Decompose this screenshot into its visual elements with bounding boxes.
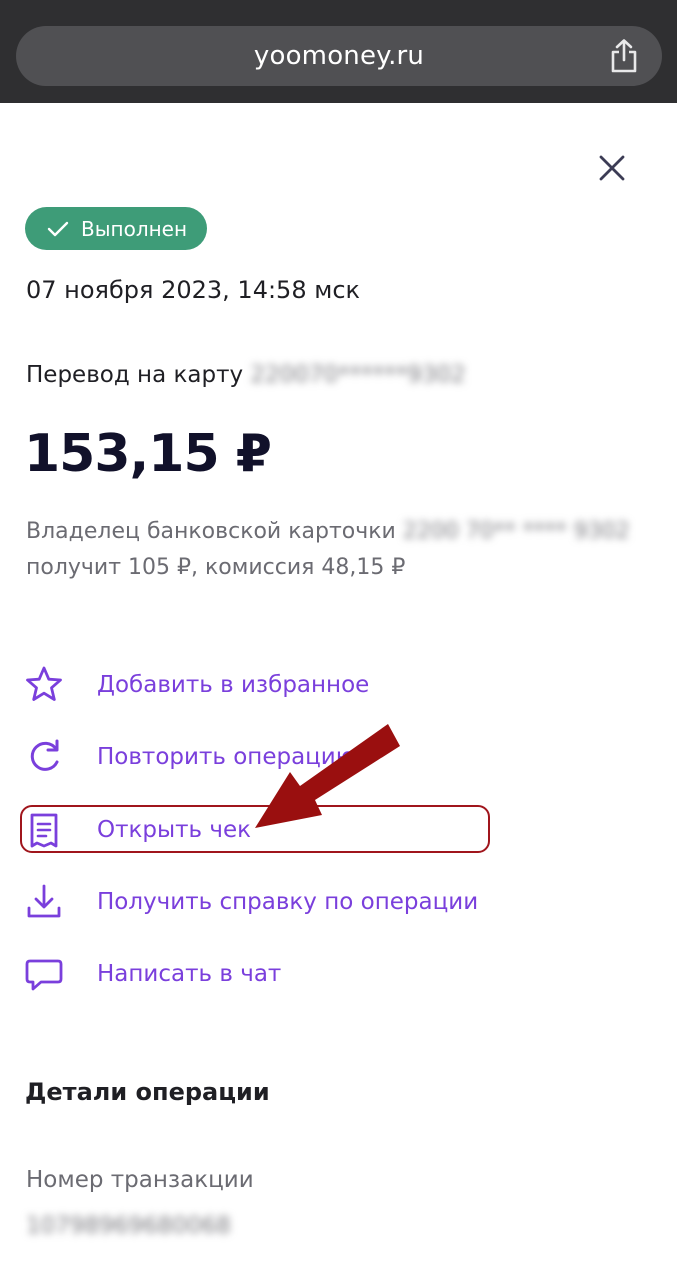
add-to-favorites-label: Добавить в избранное [97,672,370,698]
check-icon [47,221,69,236]
transfer-description: Перевод на карту 220070******9302 [26,362,466,388]
operation-date: 07 ноября 2023, 14:58 мск [26,276,361,304]
details-heading: Детали операции [25,1078,270,1106]
browser-toolbar: yoomoney.ru [0,0,677,103]
write-to-chat-button[interactable]: Написать в чат [22,950,502,998]
owner-card-masked: 2200 70** **** 9302 [402,519,630,544]
owner-fee-text: получит 105 ₽, комиссия 48,15 ₽ [26,555,406,580]
star-icon [26,666,62,701]
address-bar[interactable]: yoomoney.ru [16,26,662,86]
status-badge: Выполнен [25,207,207,250]
owner-info: Владелец банковской карточки 2200 70** *… [26,514,666,586]
status-label: Выполнен [81,216,188,241]
operation-amount: 153,15 ₽ [24,424,272,484]
close-icon[interactable] [596,152,628,184]
chat-icon [25,959,63,991]
annotation-arrow-icon [255,724,400,828]
card-number-masked: 220070******9302 [250,362,466,388]
transaction-number-masked: 10798969680068 [26,1213,231,1239]
transaction-number-value: 10798969680068 [26,1213,231,1239]
repeat-icon [30,739,59,771]
get-certificate-label: Получить справку по операции [97,889,479,915]
transaction-number-label: Номер транзакции [26,1167,254,1193]
transfer-label: Перевод на карту [26,362,244,388]
add-to-favorites-button[interactable]: Добавить в избранное [22,661,502,709]
get-certificate-button[interactable]: Получить справку по операции [22,878,502,926]
url-text: yoomoney.ru [253,41,425,71]
download-icon [27,884,61,918]
owner-prefix: Владелец банковской карточки [26,519,396,544]
write-to-chat-label: Написать в чат [97,961,282,987]
share-icon[interactable] [608,38,640,74]
